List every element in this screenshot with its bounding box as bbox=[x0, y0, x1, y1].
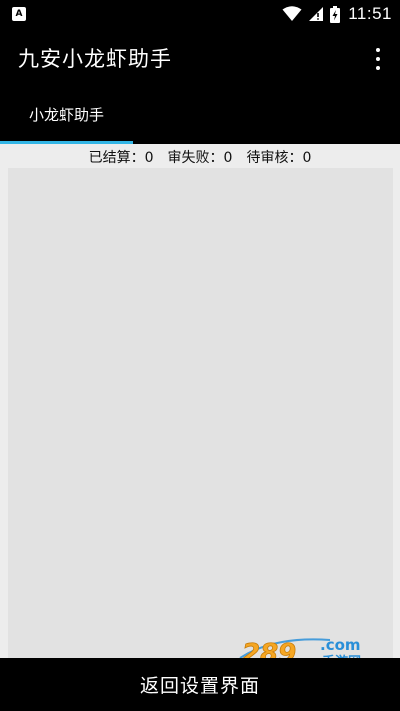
return-settings-button[interactable]: 返回设置界面 bbox=[0, 658, 400, 711]
overflow-dot bbox=[376, 57, 380, 61]
stats-line: 已结算：0 审失败：0 待审核：0 bbox=[0, 146, 400, 168]
stat-audit-failed: 审失败：0 bbox=[167, 150, 233, 166]
watermark-domain: .com bbox=[320, 636, 361, 654]
screen: A 11:51 九安小龙虾助手 小龙虾助手 已结算：0 审失败：0 待审核：0 … bbox=[0, 0, 400, 711]
status-time: 11:51 bbox=[348, 4, 392, 23]
notification-icon-letter: A bbox=[15, 8, 23, 19]
status-bar: A 11:51 bbox=[0, 0, 400, 28]
return-settings-label: 返回设置界面 bbox=[139, 675, 260, 697]
app-bar: 九安小龙虾助手 bbox=[0, 28, 400, 88]
notification-app-icon: A bbox=[12, 7, 26, 21]
tab-indicator bbox=[0, 141, 133, 144]
tab-bar: 小龙虾助手 bbox=[0, 88, 400, 144]
wifi-icon bbox=[282, 6, 302, 21]
more-vert-icon[interactable] bbox=[370, 48, 386, 70]
signal-icon bbox=[309, 7, 324, 21]
tab-crayfish-helper[interactable]: 小龙虾助手 bbox=[0, 88, 133, 144]
overflow-dot bbox=[376, 66, 380, 70]
status-right: 11:51 bbox=[282, 4, 392, 24]
content-list-area[interactable] bbox=[8, 168, 393, 658]
stat-settled: 已结算：0 bbox=[88, 150, 154, 166]
stat-pending: 待审核：0 bbox=[246, 150, 312, 166]
status-left: A bbox=[12, 7, 26, 21]
battery-charging-icon bbox=[330, 5, 341, 23]
tab-label: 小龙虾助手 bbox=[28, 106, 104, 124]
app-title: 九安小龙虾助手 bbox=[18, 47, 172, 71]
overflow-dot bbox=[376, 48, 380, 52]
